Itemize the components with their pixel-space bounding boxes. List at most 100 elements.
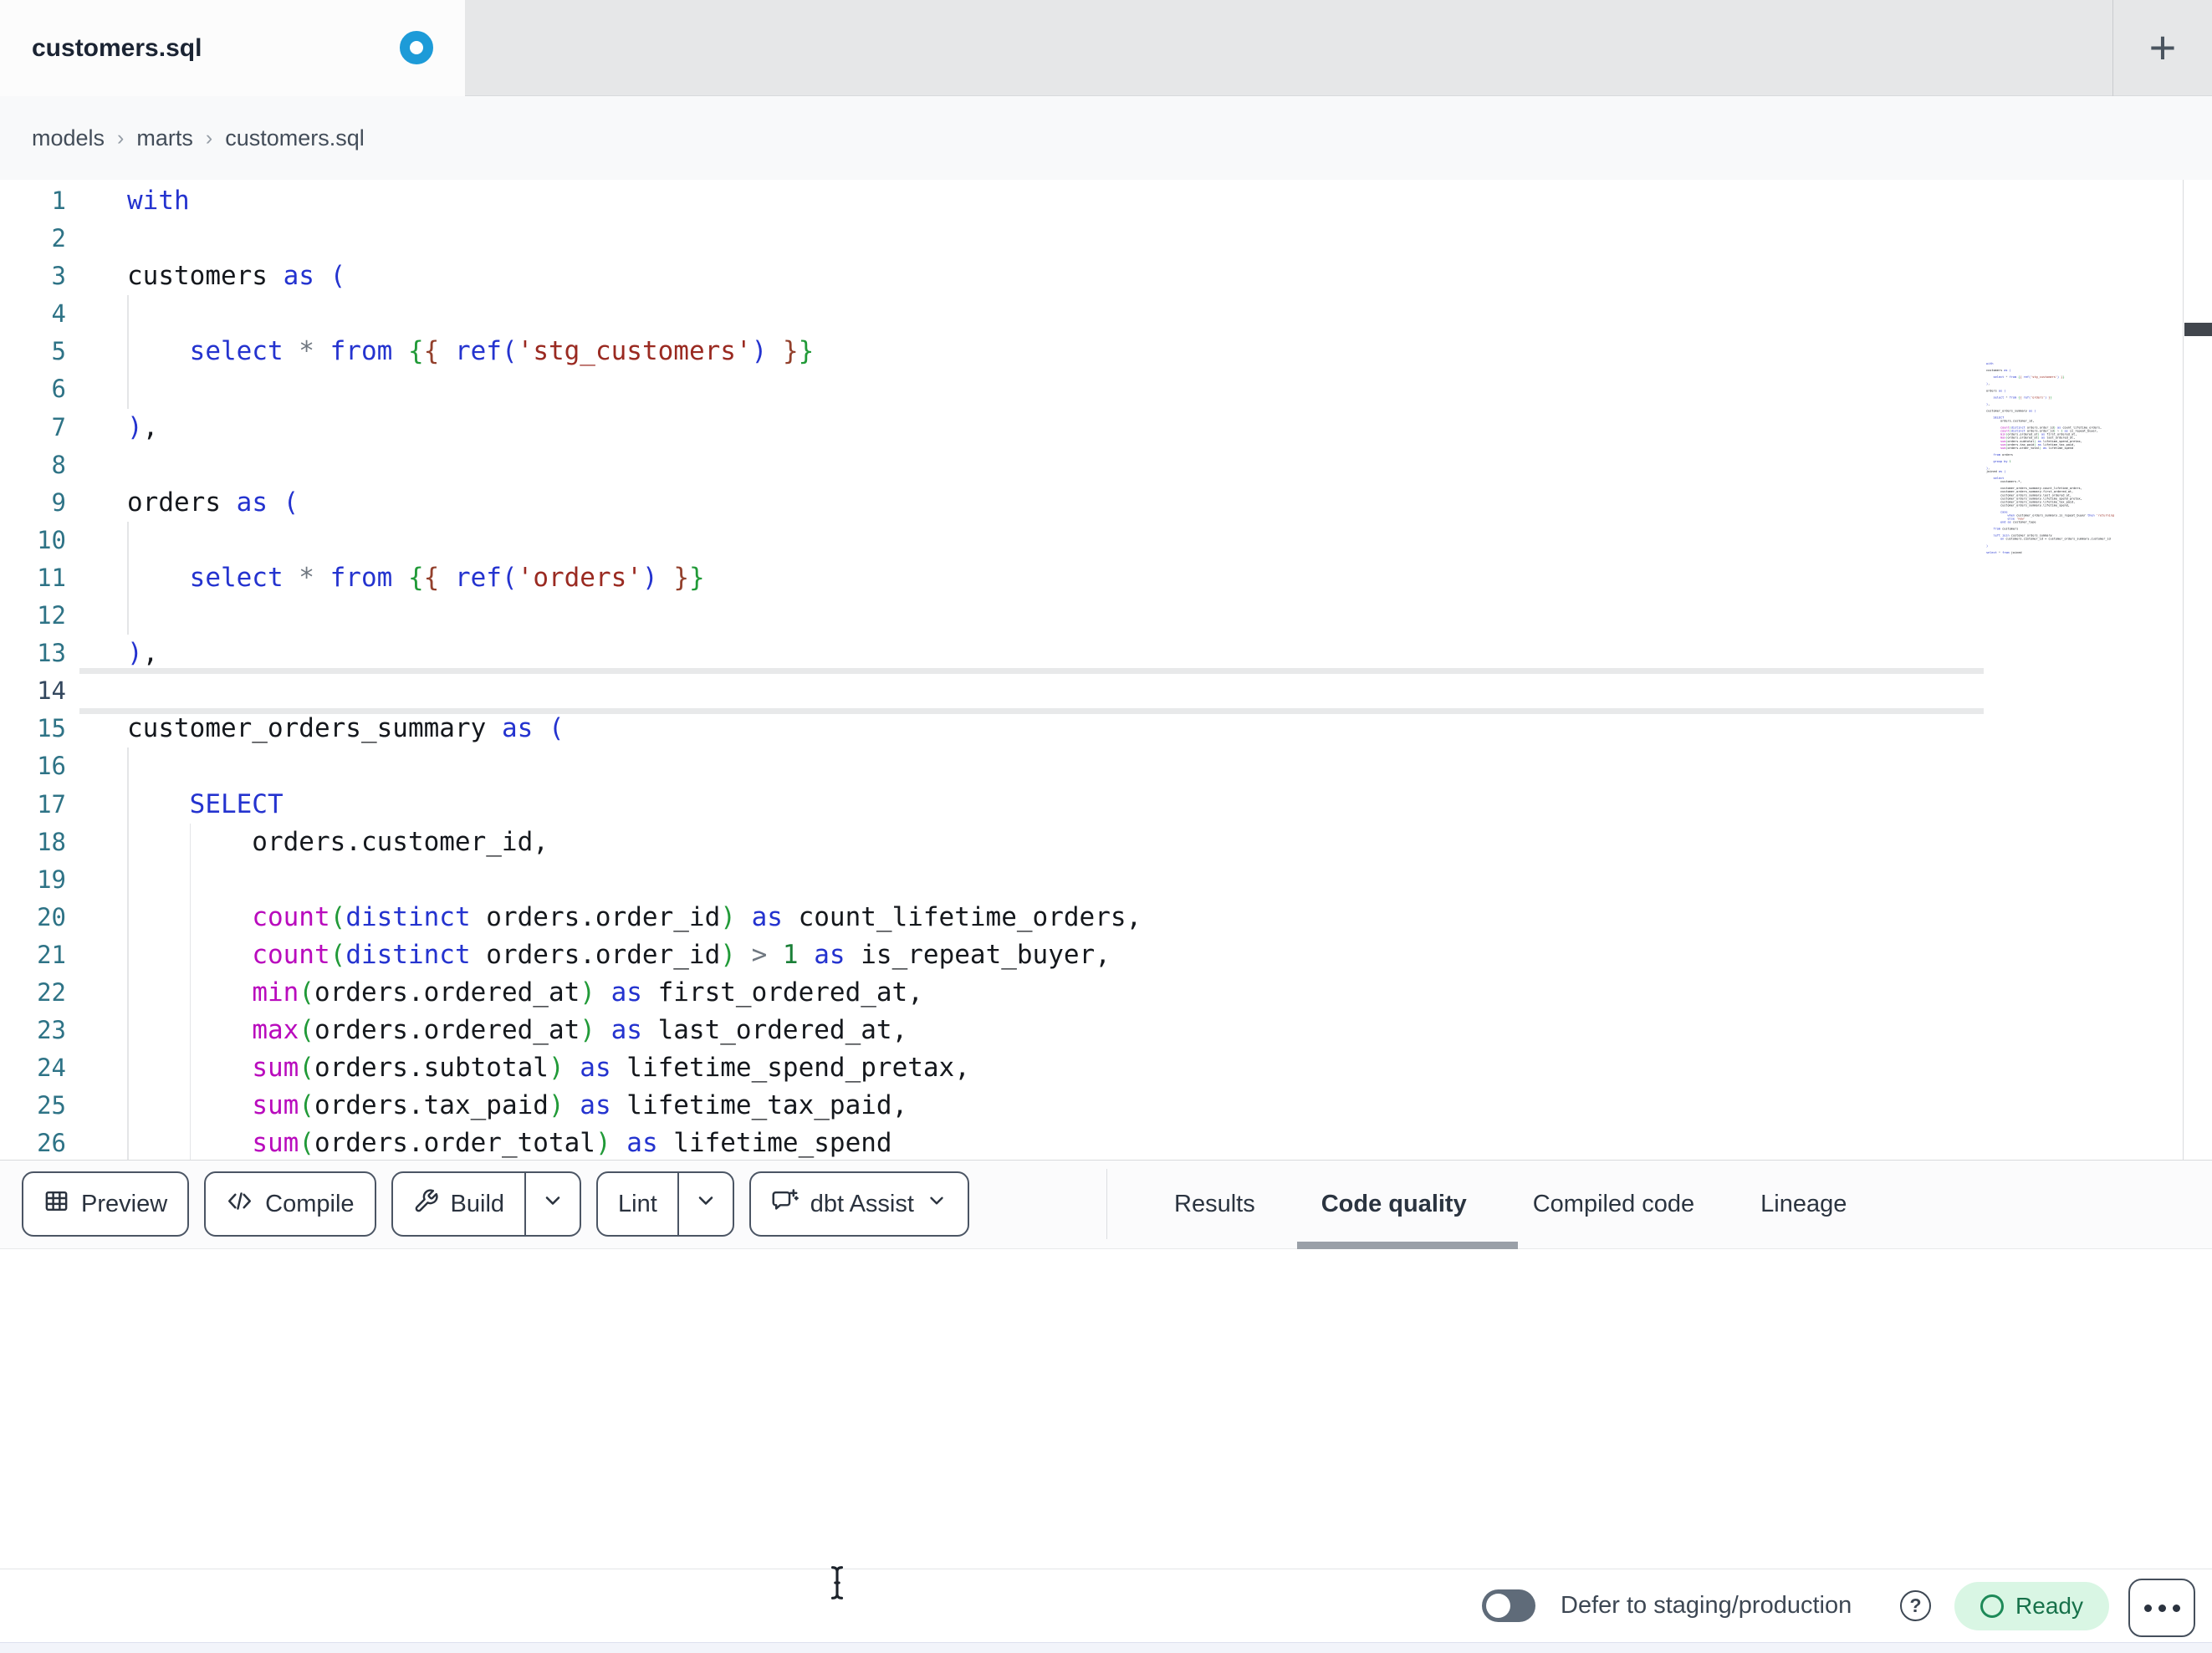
indent-guide [127,785,129,824]
code-line[interactable]: 22 min(orders.ordered_at) as first_order… [0,973,2212,1013]
code-editor[interactable]: 1 with 2 3 customers as ( 4 5 select * from {{… [0,180,2212,1161]
tab-results[interactable]: Results [1174,1191,1255,1218]
line-number: 14 [37,676,66,706]
compile-button[interactable]: Compile [204,1171,376,1237]
code-line-text [79,747,2212,786]
indent-guide [189,1125,192,1160]
line-number: 15 [37,714,66,743]
tab-bar-divider [2112,0,2113,96]
code-line-text [79,860,2212,899]
line-number: 21 [37,940,66,969]
line-number: 6 [51,375,66,404]
build-dropdown-button[interactable] [526,1173,580,1235]
code-line[interactable]: 6 [0,370,2212,409]
code-line[interactable]: 8 [0,446,2212,484]
code-line[interactable]: 4 [0,295,2212,334]
toolbar-buttons: Preview Compile Build Lint dbt Assist [22,1171,969,1237]
code-lines: 1 with 2 3 customers as ( 4 5 select * from {{… [0,182,2212,1160]
indent-guide [189,1012,192,1050]
lint-button-label: Lint [618,1190,657,1217]
tab-title: customers.sql [32,33,202,62]
result-tabs: Results Code quality Compiled code Linea… [1174,1161,1847,1248]
indent-guide [127,1049,129,1088]
code-line[interactable]: 23 max(orders.ordered_at) as last_ordere… [0,1012,2212,1050]
text-cursor-icon [826,1564,848,1605]
indent-guide [127,860,129,899]
help-icon[interactable]: ? [1900,1590,1931,1621]
code-line-text: orders as ( [127,487,299,518]
compile-button-label: Compile [265,1190,355,1217]
code-line[interactable]: 15 customer_orders_summary as ( [0,710,2212,747]
table-icon [43,1188,69,1221]
code-line[interactable]: 10 [0,521,2212,559]
line-number: 10 [37,525,66,554]
line-number: 3 [51,262,66,291]
code-line[interactable]: 14 [0,668,2212,715]
line-number: 11 [37,563,66,592]
ellipsis-icon [2143,1604,2152,1612]
code-line[interactable]: 9 orders as ( [0,484,2212,522]
code-line[interactable]: 13), [0,635,2212,672]
defer-toggle[interactable] [1482,1589,1535,1622]
wrench-icon [413,1188,439,1221]
lint-dropdown-button[interactable] [679,1173,733,1235]
code-line[interactable]: 12 [0,597,2212,635]
code-line[interactable]: 26 sum(orders.order_total) as lifetime_s… [0,1125,2212,1160]
code-line-text: count(distinct orders.order_id) as count… [79,898,2212,936]
code-line-text: ), [127,638,159,669]
dbt-assist-button[interactable]: dbt Assist [748,1171,969,1237]
lint-button[interactable]: Lint [596,1171,734,1237]
new-tab-button[interactable]: + [2141,24,2184,71]
status-bar: Defer to staging/production ? Ready [0,1566,2212,1642]
indent-guide [189,898,192,936]
breadcrumb-models[interactable]: models [32,125,105,151]
code-line[interactable]: 21 count(distinct orders.order_id) > 1 a… [0,936,2212,974]
code-line[interactable]: 1 with [0,182,2212,220]
line-number: 18 [37,827,66,856]
line-number: 26 [37,1129,66,1158]
indent-guide [189,860,192,899]
code-line-text: with [127,186,190,216]
code-line[interactable]: 24 sum(orders.subtotal) as lifetime_spen… [0,1049,2212,1088]
code-line[interactable]: 2 [0,220,2212,258]
line-number: 16 [37,752,66,781]
code-line[interactable]: 3 customers as ( [0,258,2212,295]
code-line[interactable]: 17 SELECT [0,785,2212,824]
indent-guide [127,1087,129,1125]
breadcrumb-marts[interactable]: marts [136,125,193,151]
code-line[interactable]: 7), [0,409,2212,446]
code-line-text: customers as ( [127,261,346,292]
unsaved-changes-dot-icon [400,31,433,64]
line-number: 4 [51,299,66,329]
indent-guide [127,936,129,974]
line-number: 20 [37,902,66,931]
tab-code-quality[interactable]: Code quality [1321,1191,1467,1218]
tab-compiled-code[interactable]: Compiled code [1533,1191,1694,1218]
status-badge: Ready [1954,1582,2109,1630]
code-line[interactable]: 19 [0,860,2212,899]
indent-guide [127,521,129,559]
assist-sparkle-chat-icon [771,1187,799,1222]
tab-customers-sql[interactable]: customers.sql [0,0,465,96]
dbt-assist-button-label: dbt Assist [810,1190,914,1217]
build-button[interactable]: Build [391,1171,582,1237]
code-line[interactable]: 25 sum(orders.tax_paid) as lifetime_tax_… [0,1087,2212,1125]
code-line-text: select * from {{ ref('stg_customers') }} [79,333,2212,371]
indent-guide [189,936,192,974]
preview-button[interactable]: Preview [22,1171,190,1237]
code-line[interactable]: 5 select * from {{ ref('stg_customers') … [0,333,2212,371]
toolbar-tabs-divider [1106,1169,1107,1239]
tab-lineage[interactable]: Lineage [1760,1191,1847,1218]
code-line-text [79,521,2212,559]
file-header-row: models › marts › customers.sql [0,96,2212,265]
indent-guide [127,1125,129,1160]
code-line[interactable]: 20 count(distinct orders.order_id) as co… [0,898,2212,936]
code-line[interactable]: 18 orders.customer_id, [0,823,2212,861]
code-line[interactable]: 16 [0,747,2212,786]
bottom-panel-edge [0,1642,2212,1653]
breadcrumb-separator: › [205,125,213,150]
indent-guide [189,823,192,861]
code-line[interactable]: 11 select * from {{ ref('orders') }} [0,559,2212,598]
more-options-button[interactable] [2128,1579,2195,1637]
